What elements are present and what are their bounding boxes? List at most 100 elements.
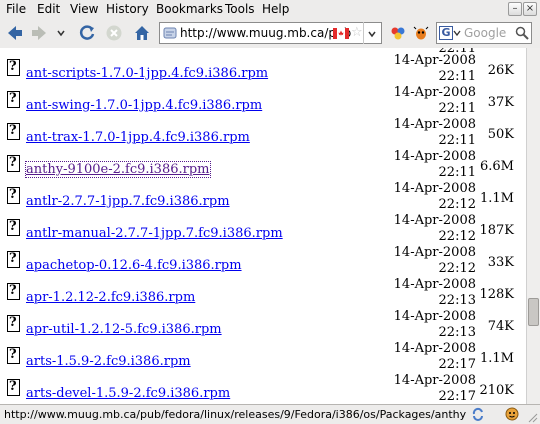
file-date: 14-Apr-2008 22:17 [393, 373, 476, 404]
stop-button[interactable] [103, 22, 125, 44]
menu-tools[interactable]: Tools [225, 2, 255, 16]
file-row: ant-swing-1.7.0-1jpp.4.fc9.i386.rpm 14-Ap… [0, 85, 526, 117]
minimize-button[interactable]: – [508, 2, 522, 16]
file-link[interactable]: antlr-2.7.7-1jpp.7.fc9.i386.rpm [26, 194, 230, 209]
menu-bar: File Edit View History Bookmarks Tools H… [0, 0, 540, 20]
file-size: 74K [487, 319, 514, 334]
stop-icon [106, 25, 122, 41]
unknown-file-icon [7, 379, 20, 396]
file-date: 14-Apr-2008 22:12 [393, 245, 476, 276]
file-size: 37K [487, 95, 514, 110]
file-link[interactable]: arts-1.5.9-2.fc9.i386.rpm [26, 354, 191, 369]
file-date: 14-Apr-2008 22:11 [393, 85, 476, 116]
unknown-file-icon [7, 187, 20, 204]
file-row: antlr-2.7.7-1jpp.7.fc9.i386.rpm 14-Apr-20… [0, 181, 526, 213]
file-row: apr-util-1.2.12-5.fc9.i386.rpm 14-Apr-200… [0, 309, 526, 341]
history-dropdown-button[interactable] [55, 22, 67, 44]
dropdown-separator [363, 22, 364, 44]
forward-arrow-icon [32, 26, 46, 40]
home-icon [135, 26, 149, 40]
file-date: 14-Apr-2008 22:11 [393, 117, 476, 148]
file-size: 187K [479, 223, 514, 238]
file-row: ant-trax-1.7.0-1jpp.4.fc9.i386.rpm 14-Apr… [0, 117, 526, 149]
canada-flag-icon [333, 28, 349, 39]
firebug-button[interactable] [411, 22, 431, 44]
engine-dropdown-chevron-icon[interactable] [453, 29, 461, 37]
file-size: 210K [479, 383, 514, 398]
reload-button[interactable] [76, 22, 98, 44]
menu-bookmarks[interactable]: Bookmarks [156, 2, 223, 16]
forward-button[interactable] [30, 22, 48, 44]
unknown-file-icon [7, 251, 20, 268]
reload-icon [79, 25, 95, 40]
file-date: 14-Apr-2008 22:11 [393, 149, 476, 180]
addon-toolbar-button[interactable] [389, 22, 407, 44]
search-placeholder: Google [464, 26, 507, 40]
file-row: apachetop-0.12.6-4.fc9.i386.rpm 14-Apr-20… [0, 245, 526, 277]
menu-edit[interactable]: Edit [37, 2, 60, 16]
search-box[interactable]: G Google [436, 22, 532, 44]
file-size: 1.1M [480, 351, 514, 366]
file-row: antlr-manual-2.7.7-1jpp.7.fc9.i386.rpm 14… [0, 213, 526, 245]
file-size: 33K [487, 255, 514, 270]
home-button[interactable] [131, 22, 153, 44]
google-engine-icon[interactable]: G [439, 26, 453, 40]
back-arrow-icon [8, 26, 22, 40]
file-link[interactable]: ant-swing-1.7.0-1jpp.4.fc9.i386.rpm [26, 98, 262, 113]
url-history-chevron-icon[interactable] [367, 29, 377, 39]
file-row: anthy-9100e-2.fc9.i386.rpm 14-Apr-200822:… [0, 149, 526, 181]
close-window-button[interactable]: × [523, 2, 537, 16]
file-link[interactable]: apr-util-1.2.12-5.fc9.i386.rpm [26, 322, 222, 337]
back-button[interactable] [4, 22, 26, 44]
menu-history[interactable]: History [106, 2, 149, 16]
file-link[interactable]: antlr-manual-2.7.7-1jpp.7.fc9.i386.rpm [26, 226, 283, 241]
file-link[interactable]: apr-1.2.12-2.fc9.i386.rpm [26, 290, 195, 305]
unknown-file-icon [7, 91, 20, 108]
colorful-addon-icon [391, 27, 405, 40]
file-link[interactable]: arts-devel-1.5.9-2.fc9.i386.rpm [26, 386, 230, 401]
file-date: 14-Apr-2008 22:13 [393, 309, 476, 340]
status-bar: http://www.muug.mb.ca/pub/fedora/linux/r… [0, 404, 540, 424]
unknown-file-icon [7, 283, 20, 300]
addon-status-icon[interactable] [505, 407, 519, 421]
file-link[interactable]: ant-scripts-1.7.0-1jpp.4.fc9.i386.rpm [26, 66, 268, 81]
file-size: 128K [479, 287, 514, 302]
navigation-toolbar: http://www.muug.mb.ca/pub ☆ G Google [0, 19, 540, 49]
bug-icon [413, 26, 429, 40]
resize-grip-icon[interactable] [526, 411, 538, 423]
search-magnifier-icon[interactable] [515, 26, 529, 40]
url-text: http://www.muug.mb.ca/pub [180, 26, 352, 40]
menu-view[interactable]: View [70, 2, 98, 16]
file-listing: 22:11 ant-scripts-1.7.0-1jpp.4.fc9.i386.… [0, 48, 526, 404]
status-url: http://www.muug.mb.ca/pub/fedora/linux/r… [4, 408, 466, 421]
file-row: arts-devel-1.5.9-2.fc9.i386.rpm 14-Apr-20… [0, 373, 526, 404]
unknown-file-icon [7, 59, 20, 76]
file-size: 50K [487, 127, 514, 142]
unknown-file-icon [7, 219, 20, 236]
file-size: 26K [487, 63, 514, 78]
menu-help[interactable]: Help [262, 2, 289, 16]
chevron-down-icon [57, 30, 65, 37]
address-bar[interactable]: http://www.muug.mb.ca/pub ☆ [159, 22, 382, 44]
sync-icon[interactable] [471, 407, 485, 421]
unknown-file-icon [7, 155, 20, 172]
file-link[interactable]: anthy-9100e-2.fc9.i386.rpm [25, 161, 211, 178]
file-date: 14-Apr-2008 22:11 [393, 53, 476, 84]
file-date: 14-Apr-2008 22:17 [393, 341, 476, 372]
menu-file[interactable]: File [6, 2, 26, 16]
file-size: 6.6M [480, 159, 514, 174]
site-favicon-icon [163, 27, 177, 39]
bookmark-star-icon[interactable]: ☆ [351, 25, 363, 40]
unknown-file-icon [7, 123, 20, 140]
file-row: apr-1.2.12-2.fc9.i386.rpm 14-Apr-200822:1… [0, 277, 526, 309]
file-date: 14-Apr-2008 22:13 [393, 277, 476, 308]
scrollbar-thumb[interactable] [528, 298, 539, 326]
vertical-scrollbar[interactable] [526, 48, 540, 404]
unknown-file-icon [7, 347, 20, 364]
file-link[interactable]: apachetop-0.12.6-4.fc9.i386.rpm [26, 258, 242, 273]
file-size: 1.1M [480, 191, 514, 206]
file-date: 14-Apr-2008 22:12 [393, 213, 476, 244]
unknown-file-icon [7, 315, 20, 332]
file-link[interactable]: ant-trax-1.7.0-1jpp.4.fc9.i386.rpm [26, 130, 250, 145]
file-row: arts-1.5.9-2.fc9.i386.rpm 14-Apr-200822:1… [0, 341, 526, 373]
